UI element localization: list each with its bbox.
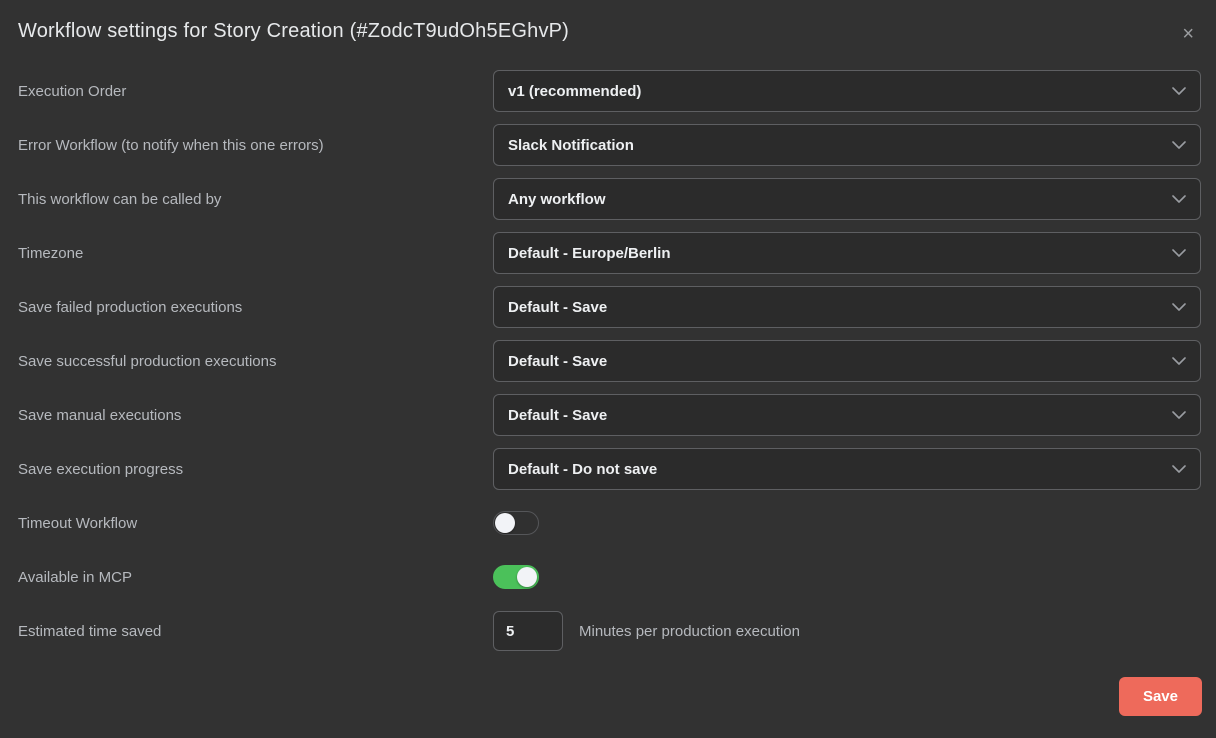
modal-body: Execution Order v1 (recommended) Error W…	[0, 70, 1216, 652]
toggle-knob	[495, 513, 515, 533]
chevron-down-icon	[1172, 141, 1186, 149]
setting-row-save-manual: Save manual executions Default - Save	[18, 394, 1201, 436]
modal-title: Workflow settings for Story Creation (#Z…	[18, 20, 569, 43]
select-value: Slack Notification	[508, 137, 634, 154]
execution-order-select[interactable]: v1 (recommended)	[493, 70, 1201, 112]
row-label: This workflow can be called by	[18, 191, 493, 208]
row-label: Timeout Workflow	[18, 515, 493, 532]
row-label: Save execution progress	[18, 461, 493, 478]
modal-footer: Save	[1119, 677, 1202, 716]
chevron-down-icon	[1172, 411, 1186, 419]
save-manual-select[interactable]: Default - Save	[493, 394, 1201, 436]
select-value: Default - Save	[508, 407, 607, 424]
chevron-down-icon	[1172, 357, 1186, 365]
close-icon[interactable]: ×	[1176, 22, 1200, 46]
timeout-workflow-toggle[interactable]	[493, 511, 539, 535]
select-value: v1 (recommended)	[508, 83, 641, 100]
timezone-select[interactable]: Default - Europe/Berlin	[493, 232, 1201, 274]
setting-row-called-by: This workflow can be called by Any workf…	[18, 178, 1201, 220]
select-value: Default - Save	[508, 299, 607, 316]
row-label: Estimated time saved	[18, 623, 493, 640]
select-value: Default - Do not save	[508, 461, 657, 478]
select-value: Default - Save	[508, 353, 607, 370]
setting-row-execution-order: Execution Order v1 (recommended)	[18, 70, 1201, 112]
save-successful-select[interactable]: Default - Save	[493, 340, 1201, 382]
chevron-down-icon	[1172, 249, 1186, 257]
select-value: Default - Europe/Berlin	[508, 245, 671, 262]
available-in-mcp-toggle[interactable]	[493, 565, 539, 589]
setting-row-save-progress: Save execution progress Default - Do not…	[18, 448, 1201, 490]
setting-row-error-workflow: Error Workflow (to notify when this one …	[18, 124, 1201, 166]
row-label: Error Workflow (to notify when this one …	[18, 137, 493, 154]
modal-header: Workflow settings for Story Creation (#Z…	[0, 0, 1216, 70]
row-label: Execution Order	[18, 83, 493, 100]
setting-row-save-successful: Save successful production executions De…	[18, 340, 1201, 382]
chevron-down-icon	[1172, 303, 1186, 311]
select-value: Any workflow	[508, 191, 606, 208]
save-button[interactable]: Save	[1119, 677, 1202, 716]
setting-row-timeout-workflow: Timeout Workflow	[18, 502, 1201, 544]
row-label: Save failed production executions	[18, 299, 493, 316]
setting-row-save-failed: Save failed production executions Defaul…	[18, 286, 1201, 328]
setting-row-estimated-time-saved: Estimated time saved Minutes per product…	[18, 610, 1201, 652]
row-label: Available in MCP	[18, 569, 493, 586]
workflow-settings-modal: Workflow settings for Story Creation (#Z…	[0, 0, 1216, 738]
toggle-knob	[517, 567, 537, 587]
estimated-time-saved-input[interactable]	[493, 611, 563, 651]
called-by-select[interactable]: Any workflow	[493, 178, 1201, 220]
row-label: Save manual executions	[18, 407, 493, 424]
chevron-down-icon	[1172, 195, 1186, 203]
estimated-time-saved-suffix: Minutes per production execution	[579, 623, 800, 640]
error-workflow-select[interactable]: Slack Notification	[493, 124, 1201, 166]
chevron-down-icon	[1172, 87, 1186, 95]
save-progress-select[interactable]: Default - Do not save	[493, 448, 1201, 490]
chevron-down-icon	[1172, 465, 1186, 473]
setting-row-timezone: Timezone Default - Europe/Berlin	[18, 232, 1201, 274]
setting-row-available-in-mcp: Available in MCP	[18, 556, 1201, 598]
save-failed-select[interactable]: Default - Save	[493, 286, 1201, 328]
row-label: Timezone	[18, 245, 493, 262]
row-label: Save successful production executions	[18, 353, 493, 370]
